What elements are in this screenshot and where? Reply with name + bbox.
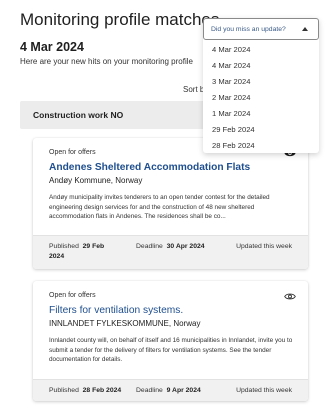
deadline-label: Deadline — [136, 387, 163, 394]
updated-label: Updated this week — [236, 243, 292, 250]
dropdown-option[interactable]: 2 Mar 2024 — [203, 90, 319, 106]
deadline-date: Deadline 30 Apr 2024 — [136, 242, 206, 252]
dropdown-options: 4 Mar 2024 4 Mar 2024 3 Mar 2024 2 Mar 2… — [203, 42, 319, 154]
card-footer: Published 28 Feb 2024 Deadline 9 Apr 202… — [33, 379, 308, 401]
monitoring-page: Monitoring profile matches 4 Mar 2024 He… — [0, 0, 333, 410]
dropdown-option[interactable]: 4 Mar 2024 — [203, 58, 319, 74]
dropdown-trigger[interactable]: Did you miss an update? — [203, 18, 319, 40]
published-date: Published 29 Feb 2024 — [49, 242, 119, 261]
published-label: Published — [49, 387, 79, 394]
deadline-label: Deadline — [136, 243, 163, 250]
tender-description: Andøy municipality invites tenderers to … — [49, 194, 270, 221]
tender-buyer: Andøy Kommune, Norway — [49, 176, 143, 185]
chevron-up-icon — [302, 27, 308, 31]
dropdown-option[interactable]: 4 Mar 2024 — [203, 42, 319, 58]
published-label: Published — [49, 243, 79, 250]
published-date: Published 28 Feb 2024 — [49, 386, 121, 396]
tender-description: Innlandet county will, on behalf of itse… — [49, 337, 293, 364]
deadline-value: 30 Apr 2024 — [166, 243, 205, 250]
tender-buyer: INNLANDET FYLKESKOMMUNE, Norway — [49, 319, 201, 328]
eye-outline-icon[interactable] — [284, 292, 296, 301]
tender-title-link[interactable]: Andenes Sheltered Accommodation Flats — [49, 162, 250, 173]
dropdown-option[interactable]: 3 Mar 2024 — [203, 74, 319, 90]
deadline-value: 9 Apr 2024 — [166, 387, 201, 394]
tender-card[interactable]: Open for offers Andenes Sheltered Accomm… — [33, 138, 308, 269]
group-title: Construction work NO — [33, 110, 124, 120]
tender-title-link[interactable]: Filters for ventilation systems. — [49, 305, 183, 316]
dropdown-option[interactable]: 29 Feb 2024 — [203, 122, 319, 138]
dropdown-placeholder: Did you miss an update? — [211, 26, 286, 33]
date-heading: 4 Mar 2024 — [20, 40, 84, 54]
page-subtitle: Here are your new hits on your monitorin… — [20, 57, 193, 66]
sort-label[interactable]: Sort b — [183, 85, 204, 94]
page-title: Monitoring profile matches — [20, 10, 220, 29]
tender-card[interactable]: Open for offers Filters for ventilation … — [33, 281, 308, 401]
dropdown-option[interactable]: 1 Mar 2024 — [203, 106, 319, 122]
updated-label: Updated this week — [236, 387, 292, 394]
dropdown-option[interactable]: 28 Feb 2024 — [203, 138, 319, 154]
card-footer: Published 29 Feb 2024 Deadline 30 Apr 20… — [33, 235, 308, 269]
status-label: Open for offers — [49, 292, 96, 299]
deadline-date: Deadline 9 Apr 2024 — [136, 386, 201, 396]
update-date-dropdown[interactable]: Did you miss an update? 4 Mar 2024 4 Mar… — [203, 18, 319, 153]
published-value: 28 Feb 2024 — [82, 387, 122, 394]
status-label: Open for offers — [49, 149, 96, 156]
